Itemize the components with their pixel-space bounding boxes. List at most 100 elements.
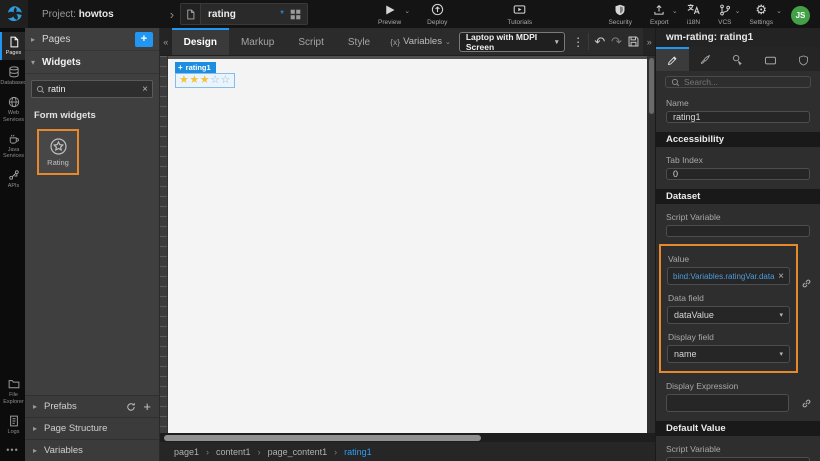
pages-icon <box>8 36 20 48</box>
tab-script[interactable]: Script <box>286 28 336 55</box>
security-tab[interactable] <box>787 47 820 71</box>
page-structure-section-header[interactable]: ▸ Page Structure <box>25 417 159 439</box>
properties-panel-tabs <box>656 47 820 71</box>
video-icon <box>513 3 526 17</box>
rail-more-button[interactable]: ••• <box>0 441 25 461</box>
bind-link-icon[interactable] <box>801 398 812 409</box>
export-button[interactable]: Export ⌄ <box>650 3 669 26</box>
chevron-down-icon: ▾ <box>555 38 559 46</box>
rail-item-pages[interactable]: Pages <box>0 32 25 60</box>
star-empty[interactable]: ☆ <box>210 75 220 86</box>
display-field-select[interactable]: name ▾ <box>667 345 790 363</box>
rail-item-apis[interactable]: APIs <box>0 165 25 193</box>
events-tab[interactable] <box>722 47 755 71</box>
chevron-down-icon: ▾ <box>779 311 783 319</box>
script-variable-field[interactable] <box>666 225 810 237</box>
editor-toolbar: « Design Markup Script Style {x} Variabl… <box>160 28 655 56</box>
rating-widget-instance[interactable]: + rating1 ★ ★ ★ ☆ ☆ <box>175 62 235 88</box>
branch-icon <box>719 3 731 17</box>
star-empty[interactable]: ☆ <box>221 75 231 86</box>
property-search-input[interactable] <box>684 77 805 87</box>
rating-widget-card[interactable]: Rating <box>37 129 79 175</box>
rail-item-web-services[interactable]: Web Services <box>0 92 25 127</box>
rail-item-file-explorer[interactable]: File Explorer <box>0 374 25 409</box>
deploy-button[interactable]: Deploy <box>427 3 447 26</box>
value-label: Value <box>668 254 790 264</box>
canvas-page[interactable]: + rating1 ★ ★ ★ ☆ ☆ <box>168 59 647 433</box>
chevron-down-icon: ▾ <box>31 58 42 67</box>
open-page-tab[interactable]: rating * <box>180 3 308 25</box>
rail-item-logs[interactable]: Logs <box>0 411 25 439</box>
device-selector[interactable]: Laptop with MDPI Screen ▾ <box>459 32 566 52</box>
grid-view-icon[interactable] <box>290 9 301 20</box>
prefabs-section-header[interactable]: ▸ Prefabs + <box>25 395 159 417</box>
value-binding-field[interactable]: bind:Variables.ratingVar.dataSet × <box>667 267 790 285</box>
horizontal-scrollbar-thumb[interactable] <box>164 435 481 441</box>
tab-index-field[interactable] <box>666 168 810 180</box>
star-filled[interactable]: ★ <box>200 75 210 86</box>
data-field-select[interactable]: dataValue ▾ <box>667 306 790 324</box>
i18n-button[interactable]: i18N <box>687 3 700 26</box>
wavemaker-logo[interactable] <box>0 0 28 28</box>
cursor-click-icon <box>732 54 744 66</box>
horizontal-scrollbar[interactable] <box>160 433 655 442</box>
properties-tab[interactable] <box>656 47 689 71</box>
star-filled[interactable]: ★ <box>189 75 199 86</box>
breadcrumb-page1[interactable]: page1 <box>174 447 199 457</box>
chevron-down-icon: ⌄ <box>672 7 678 15</box>
collapse-right-panel-button[interactable]: » <box>643 28 655 55</box>
breadcrumb-separator: › <box>206 447 209 457</box>
file-icon <box>181 4 201 24</box>
translate-icon <box>687 3 700 17</box>
breadcrumb-rating1[interactable]: rating1 <box>344 447 372 457</box>
bind-link-icon[interactable] <box>801 278 812 289</box>
variables-icon: {x} <box>390 37 400 47</box>
redo-button[interactable]: ↷ <box>608 28 625 55</box>
design-canvas[interactable]: + rating1 ★ ★ ★ ☆ ☆ <box>160 56 655 433</box>
vertical-scrollbar-thumb[interactable] <box>649 58 654 114</box>
property-search[interactable] <box>665 76 811 88</box>
display-expression-field[interactable] <box>666 394 789 412</box>
widget-search-input[interactable] <box>48 84 142 94</box>
rail-item-databases[interactable]: Databases <box>0 62 25 90</box>
selected-widget-title: wm-rating: rating1 <box>656 28 820 47</box>
vertical-scrollbar[interactable] <box>647 56 655 433</box>
rating-stars[interactable]: ★ ★ ★ ☆ ☆ <box>175 73 235 88</box>
more-options-button[interactable]: ⋮ <box>571 28 584 55</box>
security-button[interactable]: Security <box>608 3 631 26</box>
chevron-down-icon: ⌄ <box>776 7 782 15</box>
tab-style[interactable]: Style <box>336 28 382 55</box>
widget-search[interactable]: × <box>31 80 153 98</box>
clear-binding-icon[interactable]: × <box>778 271 784 282</box>
breadcrumb-content1[interactable]: content1 <box>216 447 251 457</box>
rail-item-java-services[interactable]: Java Services <box>0 129 25 164</box>
move-icon: + <box>178 63 183 72</box>
preview-button[interactable]: Preview ⌄ <box>378 3 401 26</box>
styles-tab[interactable] <box>689 47 722 71</box>
breadcrumb-page-content1[interactable]: page_content1 <box>268 447 328 457</box>
settings-button[interactable]: ⚙ Settings ⌄ <box>750 3 774 26</box>
tab-markup[interactable]: Markup <box>229 28 286 55</box>
name-field[interactable] <box>666 111 810 123</box>
add-prefab-icon[interactable]: + <box>143 402 151 412</box>
tutorials-button[interactable]: Tutorials <box>507 3 532 26</box>
collapse-left-panel-button[interactable]: « <box>160 28 172 55</box>
undo-button[interactable]: ↶ <box>592 28 609 55</box>
left-panel: ▸ Pages + ▾ Widgets × Form widgets Ratin… <box>25 28 160 461</box>
shield-outline-icon <box>798 55 809 66</box>
pages-section-header[interactable]: ▸ Pages + <box>25 28 159 51</box>
device-tab[interactable] <box>754 47 787 71</box>
refresh-icon[interactable] <box>126 402 136 412</box>
variables-button[interactable]: {x} Variables ⌄ <box>382 28 459 55</box>
tab-design[interactable]: Design <box>172 28 229 55</box>
add-page-button[interactable]: + <box>135 32 153 47</box>
variables-section-header[interactable]: ▸ Variables <box>25 439 159 461</box>
widget-selection-tag[interactable]: + rating1 <box>175 62 216 73</box>
widgets-section-header[interactable]: ▾ Widgets <box>25 51 159 74</box>
star-filled[interactable]: ★ <box>179 75 189 86</box>
vcs-button[interactable]: VCS ⌄ <box>718 3 731 26</box>
clear-search-icon[interactable]: × <box>142 84 148 95</box>
user-avatar[interactable]: JS <box>791 6 810 25</box>
save-button[interactable] <box>625 28 642 55</box>
default-script-variable-field[interactable] <box>666 457 810 461</box>
